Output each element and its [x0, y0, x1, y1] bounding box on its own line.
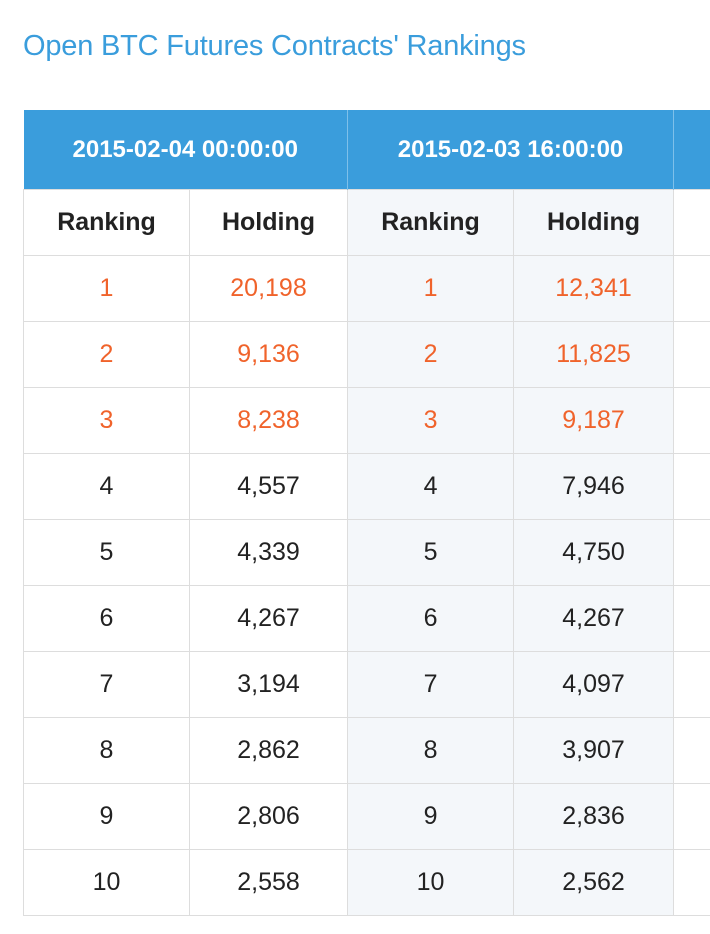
holding-cell: 2,836: [513, 783, 675, 850]
ranking-cell: 1: [23, 255, 190, 322]
ranking-cell: [673, 651, 710, 718]
ranking-cell: [673, 519, 710, 586]
ranking-column-header: Ranking: [347, 189, 515, 256]
ranking-cell: 2: [23, 321, 190, 388]
holding-column-header: Holding: [188, 189, 349, 256]
holding-cell: 4,339: [188, 519, 349, 586]
period-header-1: 2015-02-04 00:00:00: [23, 110, 349, 190]
holding-cell: 11,825: [513, 321, 675, 388]
holding-cell: 4,097: [513, 651, 675, 718]
ranking-cell: [673, 387, 710, 454]
ranking-cell: [673, 783, 710, 850]
rankings-table: 2015-02-04 00:00:00 2015-02-03 16:00:00 …: [23, 110, 710, 916]
ranking-cell: 4: [23, 453, 190, 520]
ranking-cell: [673, 453, 710, 520]
holding-cell: 4,267: [188, 585, 349, 652]
ranking-cell: 3: [347, 387, 515, 454]
table-row: 6 4,267 6 4,267: [23, 585, 710, 652]
holding-cell: 12,341: [513, 255, 675, 322]
ranking-cell: 7: [347, 651, 515, 718]
page-title: Open BTC Futures Contracts' Rankings: [23, 30, 526, 62]
holding-cell: 20,198: [188, 255, 349, 322]
ranking-cell: 5: [23, 519, 190, 586]
holding-cell: 8,238: [188, 387, 349, 454]
ranking-cell: 4: [347, 453, 515, 520]
ranking-cell: 9: [347, 783, 515, 850]
period-header-2: 2015-02-03 16:00:00: [347, 110, 675, 190]
ranking-cell: 1: [347, 255, 515, 322]
rankings-table-container[interactable]: 2015-02-04 00:00:00 2015-02-03 16:00:00 …: [23, 110, 710, 916]
period-header-3: 2: [673, 110, 710, 190]
holding-cell: 2,562: [513, 849, 675, 916]
table-row: 5 4,339 5 4,750: [23, 519, 710, 586]
ranking-cell: 10: [23, 849, 190, 916]
ranking-cell: [673, 849, 710, 916]
ranking-column-header: Ranking: [23, 189, 190, 256]
table-row: 10 2,558 10 2,562: [23, 849, 710, 916]
ranking-cell: 9: [23, 783, 190, 850]
holding-cell: 4,267: [513, 585, 675, 652]
ranking-cell: 8: [347, 717, 515, 784]
table-row: 9 2,806 9 2,836: [23, 783, 710, 850]
ranking-cell: [673, 321, 710, 388]
holding-cell: 4,557: [188, 453, 349, 520]
ranking-cell: 2: [347, 321, 515, 388]
table-row: 4 4,557 4 7,946: [23, 453, 710, 520]
holding-cell: 2,862: [188, 717, 349, 784]
table-row: 2 9,136 2 11,825: [23, 321, 710, 388]
holding-cell: 3,907: [513, 717, 675, 784]
holding-cell: 2,806: [188, 783, 349, 850]
holding-cell: 4,750: [513, 519, 675, 586]
table-row: 1 20,198 1 12,341: [23, 255, 710, 322]
ranking-cell: [673, 585, 710, 652]
holding-cell: 9,136: [188, 321, 349, 388]
ranking-cell: [673, 717, 710, 784]
table-row: 3 8,238 3 9,187: [23, 387, 710, 454]
ranking-cell: 3: [23, 387, 190, 454]
ranking-cell: 7: [23, 651, 190, 718]
holding-column-header: Holding: [513, 189, 675, 256]
table-row: 7 3,194 7 4,097: [23, 651, 710, 718]
ranking-cell: 10: [347, 849, 515, 916]
ranking-cell: 6: [23, 585, 190, 652]
ranking-cell: 6: [347, 585, 515, 652]
holding-cell: 2,558: [188, 849, 349, 916]
holding-cell: 9,187: [513, 387, 675, 454]
ranking-cell: 5: [347, 519, 515, 586]
ranking-cell: 8: [23, 717, 190, 784]
ranking-column-header: R: [673, 189, 710, 256]
ranking-cell: [673, 255, 710, 322]
holding-cell: 3,194: [188, 651, 349, 718]
holding-cell: 7,946: [513, 453, 675, 520]
table-row: 8 2,862 8 3,907: [23, 717, 710, 784]
